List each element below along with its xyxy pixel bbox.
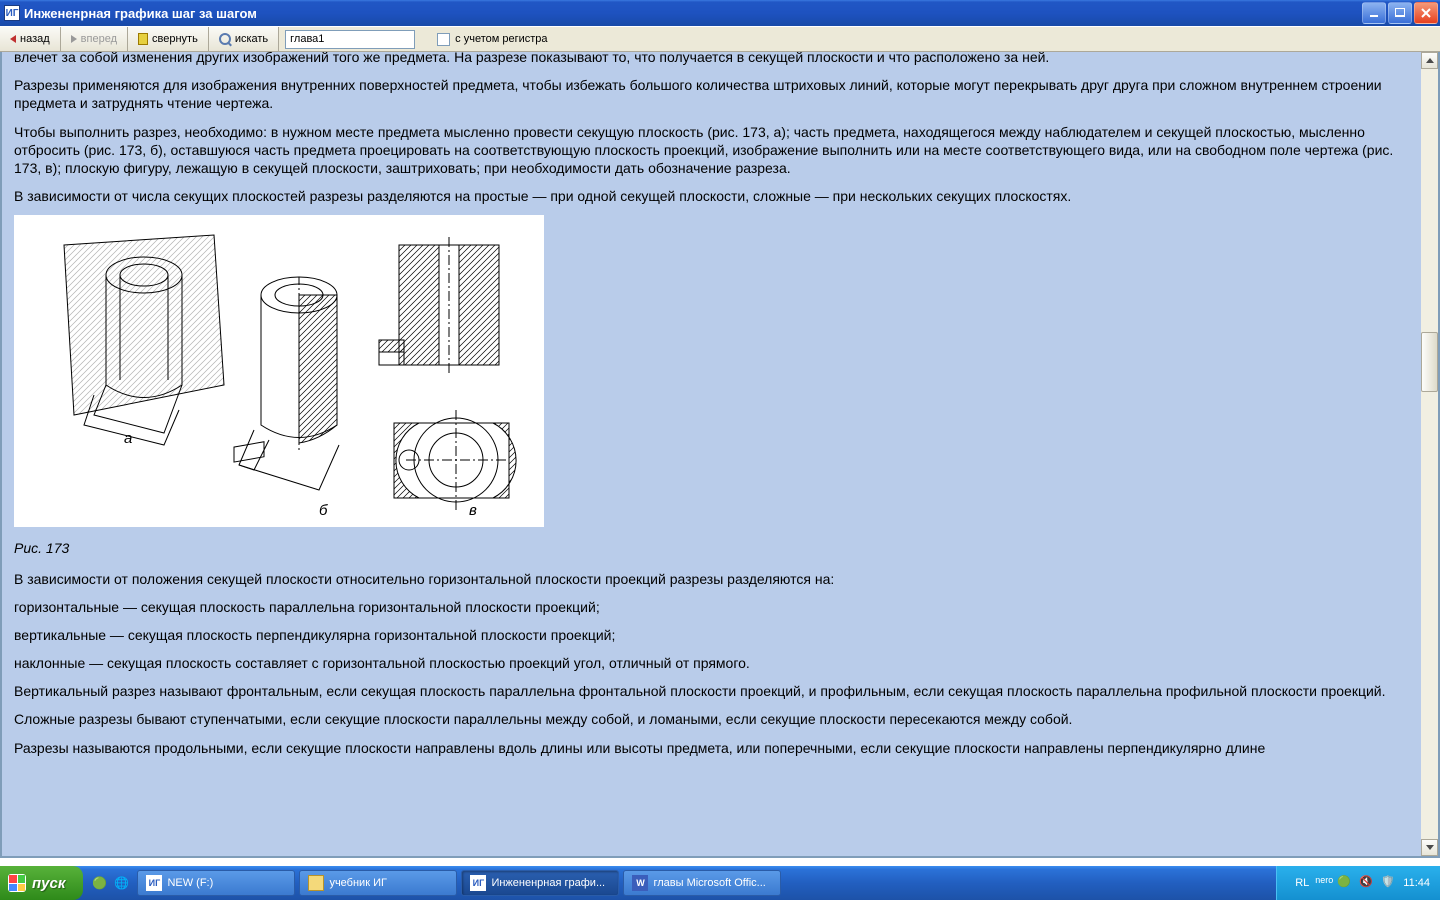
windows-logo-icon xyxy=(8,874,26,892)
system-tray: RL nero 🟢 🔇 🛡️ 11:44 xyxy=(1276,866,1440,900)
scroll-down-button[interactable] xyxy=(1421,839,1438,856)
quick-launch-item[interactable]: 🌐 xyxy=(111,871,131,895)
task-icon: ИГ xyxy=(146,875,162,891)
search-icon xyxy=(219,33,231,45)
language-indicator[interactable]: RL xyxy=(1295,877,1309,889)
figure-label-b: б xyxy=(319,502,328,519)
forward-label: вперед xyxy=(81,33,117,45)
minimize-button[interactable] xyxy=(1362,2,1386,24)
paragraph: вертикальные — секущая плоскость перпенд… xyxy=(14,626,1409,644)
forward-button[interactable]: вперед xyxy=(61,27,128,51)
search-input[interactable] xyxy=(285,30,415,49)
arrow-right-icon xyxy=(71,35,77,43)
taskbar-task[interactable]: Wглавы Microsoft Offic... xyxy=(623,870,781,896)
task-icon xyxy=(308,875,324,891)
quick-launch-item[interactable]: 🟢 xyxy=(89,871,109,895)
case-label: с учетом регистра xyxy=(455,33,547,45)
tray-icon[interactable]: 🔇 xyxy=(1359,875,1375,891)
collapse-label: свернуть xyxy=(152,33,198,45)
paragraph: Разрезы применяются для изображения внут… xyxy=(14,76,1409,112)
figure-label-a: а xyxy=(124,430,132,447)
collapse-icon xyxy=(138,33,148,45)
figure-173: а б в xyxy=(14,215,544,527)
start-label: пуск xyxy=(32,875,65,892)
search-button[interactable]: искать xyxy=(209,27,279,51)
taskbar-task[interactable]: ИГ NEW (F:) xyxy=(137,870,295,896)
clock[interactable]: 11:44 xyxy=(1403,877,1430,889)
task-icon: W xyxy=(632,875,648,891)
paragraph: влечет за собой изменения других изображ… xyxy=(14,52,1409,66)
arrow-left-icon xyxy=(10,35,16,43)
start-button[interactable]: пуск xyxy=(0,866,83,900)
tray-icon[interactable]: nero xyxy=(1315,875,1331,891)
taskbar-task[interactable]: учебник ИГ xyxy=(299,870,457,896)
paragraph: Сложные разрезы бывают ступенчатыми, есл… xyxy=(14,710,1409,728)
task-label: главы Microsoft Offic... xyxy=(653,877,765,889)
figure-label-v: в xyxy=(469,502,477,519)
figure-caption: Рис. 173 xyxy=(14,539,1409,557)
tray-icon[interactable]: 🛡️ xyxy=(1381,875,1397,891)
taskbar-task[interactable]: ИГ Инжененрная графи... xyxy=(461,870,619,896)
toolbar: назад вперед свернуть искать с учетом ре… xyxy=(0,26,1440,52)
titlebar: ИГ Инжененрная графика шаг за шагом xyxy=(0,0,1440,26)
close-button[interactable] xyxy=(1414,2,1438,24)
paragraph: Вертикальный разрез называют фронтальным… xyxy=(14,682,1409,700)
paragraph: В зависимости от положения секущей плоск… xyxy=(14,570,1409,588)
task-label: NEW (F:) xyxy=(167,877,213,889)
task-icon: ИГ xyxy=(470,875,486,891)
content-viewport: влечет за собой изменения других изображ… xyxy=(0,52,1440,858)
quick-launch: 🟢 🌐 xyxy=(89,871,131,895)
paragraph: Чтобы выполнить разрез, необходимо: в ну… xyxy=(14,123,1409,178)
paragraph: наклонные — секущая плоскость составляет… xyxy=(14,654,1409,672)
task-label: учебник ИГ xyxy=(329,877,386,889)
scroll-thumb[interactable] xyxy=(1421,332,1438,392)
collapse-button[interactable]: свернуть xyxy=(128,27,209,51)
taskbar: пуск 🟢 🌐 ИГ NEW (F:) учебник ИГ ИГ Инжененрн… xyxy=(0,866,1440,900)
back-label: назад xyxy=(20,33,50,45)
case-sensitive-checkbox[interactable]: с учетом регистра xyxy=(437,27,547,51)
maximize-button[interactable] xyxy=(1388,2,1412,24)
chevron-up-icon xyxy=(1426,58,1434,63)
window-title: Инжененрная графика шаг за шагом xyxy=(24,6,1360,21)
checkbox-icon xyxy=(437,33,450,46)
paragraph: горизонтальные — секущая плоскость парал… xyxy=(14,598,1409,616)
document-page: влечет за собой изменения других изображ… xyxy=(2,52,1421,856)
app-icon: ИГ xyxy=(4,5,20,21)
task-label: Инжененрная графи... xyxy=(491,877,605,889)
vertical-scrollbar[interactable] xyxy=(1421,52,1438,856)
scroll-up-button[interactable] xyxy=(1421,52,1438,69)
tray-icon[interactable]: 🟢 xyxy=(1337,875,1353,891)
search-label: искать xyxy=(235,33,268,45)
chevron-down-icon xyxy=(1426,845,1434,850)
back-button[interactable]: назад xyxy=(0,27,61,51)
paragraph: В зависимости от числа секущих плоскосте… xyxy=(14,187,1409,205)
paragraph: Разрезы называются продольными, если сек… xyxy=(14,739,1409,757)
